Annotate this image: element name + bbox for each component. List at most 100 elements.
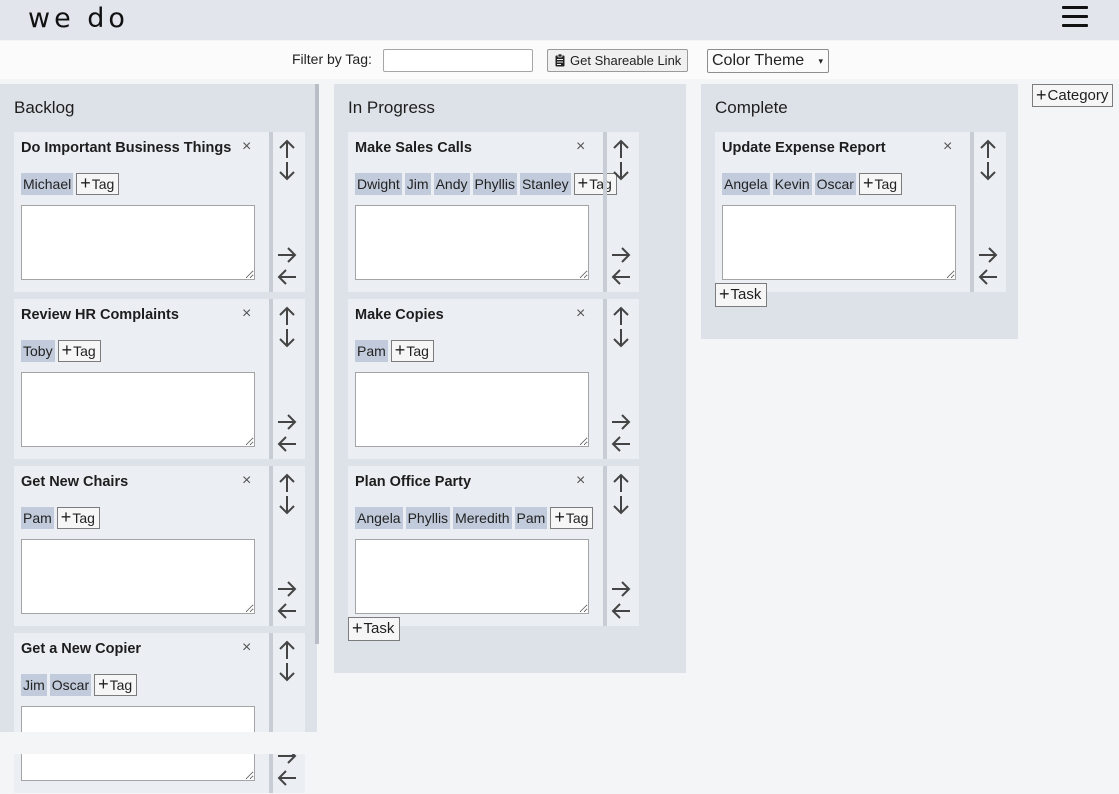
move-controls [269,299,305,459]
move-controls [603,132,639,292]
add-tag-button[interactable]: + Tag [76,173,120,195]
tag-chip[interactable]: Oscar [814,173,856,195]
add-task-button[interactable]: + Task [715,283,768,307]
arrow-right-icon[interactable] [610,411,632,433]
close-icon[interactable]: × [576,139,585,155]
close-icon[interactable]: × [576,306,585,322]
arrow-left-icon[interactable] [276,266,298,288]
tag-chip[interactable]: Toby [21,340,55,362]
close-icon[interactable]: × [943,139,952,155]
tag-chip[interactable]: Angela [722,173,770,195]
filter-label: Filter by Tag: [292,51,372,67]
add-tag-button[interactable]: + Tag [57,340,101,362]
task-notes[interactable] [355,205,589,280]
tag-chip[interactable]: Oscar [49,674,92,696]
task-title[interactable]: Plan Office Party [355,474,471,490]
color-theme-select[interactable]: Color Theme ▾ [707,49,829,73]
arrow-left-icon[interactable] [610,600,632,622]
tag-list: Pam + Tag [355,340,434,362]
arrow-up-icon[interactable] [977,138,999,160]
arrow-left-icon[interactable] [610,433,632,455]
add-tag-button[interactable]: + Tag [858,173,903,195]
filter-input[interactable] [383,49,533,72]
share-link-button[interactable]: Get Shareable Link [547,49,689,72]
task-notes[interactable] [21,205,255,280]
arrow-down-icon[interactable] [610,327,632,349]
arrow-down-icon[interactable] [276,327,298,349]
task-notes[interactable] [355,372,589,447]
app-logo: we do [28,3,129,34]
tag-chip[interactable]: Angela [355,507,403,529]
close-icon[interactable]: × [242,473,251,489]
tag-chip[interactable]: Stanley [519,173,571,195]
arrow-right-icon[interactable] [276,244,298,266]
add-tag-button[interactable]: + Tag [94,674,138,696]
arrow-up-icon[interactable] [610,472,632,494]
arrow-down-icon[interactable] [610,160,632,182]
arrow-down-icon[interactable] [977,160,999,182]
tag-list: Jim Oscar + Tag [21,674,138,696]
tag-chip[interactable]: Pam [21,507,54,529]
task-card: Make Copies × Pam + Tag [348,299,639,459]
add-task-button[interactable]: + Task [348,617,401,641]
arrow-down-icon[interactable] [276,160,298,182]
arrow-left-icon[interactable] [977,266,999,288]
arrow-up-icon[interactable] [276,472,298,494]
close-icon[interactable]: × [242,139,251,155]
tag-chip[interactable]: Michael [21,173,74,195]
arrow-left-icon[interactable] [276,767,298,789]
plus-icon: + [862,173,874,193]
task-title[interactable]: Get a New Copier [21,641,141,657]
arrow-right-icon[interactable] [610,578,632,600]
arrow-left-icon[interactable] [610,266,632,288]
column-complete: Complete Update Expense Report × Angela Kevi… [701,84,1018,339]
close-icon[interactable]: × [242,306,251,322]
task-title[interactable]: Do Important Business Things [21,140,231,156]
add-tag-button[interactable]: + Tag [550,507,594,529]
arrow-right-icon[interactable] [276,411,298,433]
arrow-up-icon[interactable] [610,138,632,160]
arrow-up-icon[interactable] [276,138,298,160]
task-notes[interactable] [21,539,255,614]
tag-chip[interactable]: Phyllis [472,173,517,195]
arrow-down-icon[interactable] [610,494,632,516]
task-title[interactable]: Update Expense Report [722,140,886,156]
chevron-down-icon: ▾ [818,56,823,66]
task-title[interactable]: Get New Chairs [21,474,128,490]
add-tag-button[interactable]: + Tag [56,507,100,529]
tag-chip[interactable]: Dwight [355,173,402,195]
task-notes[interactable] [355,539,589,614]
task-notes[interactable] [21,372,255,447]
arrow-down-icon[interactable] [276,661,298,683]
task-card: Make Sales Calls × Dwight Jim Andy Phyllis Sta… [348,132,639,292]
arrow-down-icon[interactable] [276,494,298,516]
task-notes[interactable] [722,205,956,280]
tag-chip[interactable]: Jim [21,674,47,696]
task-title[interactable]: Review HR Complaints [21,307,179,323]
arrow-right-icon[interactable] [610,244,632,266]
tag-chip[interactable]: Phyllis [405,507,451,529]
task-title[interactable]: Make Sales Calls [355,140,472,156]
tag-chip[interactable]: Andy [433,173,470,195]
arrow-up-icon[interactable] [276,639,298,661]
close-icon[interactable]: × [242,640,251,656]
add-tag-button[interactable]: + Tag [390,340,434,362]
arrow-up-icon[interactable] [276,305,298,327]
column-scrollbar[interactable] [315,84,319,644]
arrow-right-icon[interactable] [276,578,298,600]
arrow-left-icon[interactable] [276,433,298,455]
column-title: In Progress [348,98,435,117]
tag-chip[interactable]: Pam [514,507,548,529]
tag-chip[interactable]: Jim [404,173,431,195]
hamburger-icon[interactable] [1062,6,1088,30]
arrow-up-icon[interactable] [610,305,632,327]
tag-chip[interactable]: Meredith [453,507,512,529]
arrow-right-icon[interactable] [977,244,999,266]
task-title[interactable]: Make Copies [355,307,444,323]
tag-chip[interactable]: Kevin [772,173,812,195]
tag-list: Toby + Tag [21,340,101,362]
add-category-button[interactable]: + Category [1032,84,1114,107]
tag-chip[interactable]: Pam [355,340,388,362]
close-icon[interactable]: × [576,473,585,489]
arrow-left-icon[interactable] [276,600,298,622]
